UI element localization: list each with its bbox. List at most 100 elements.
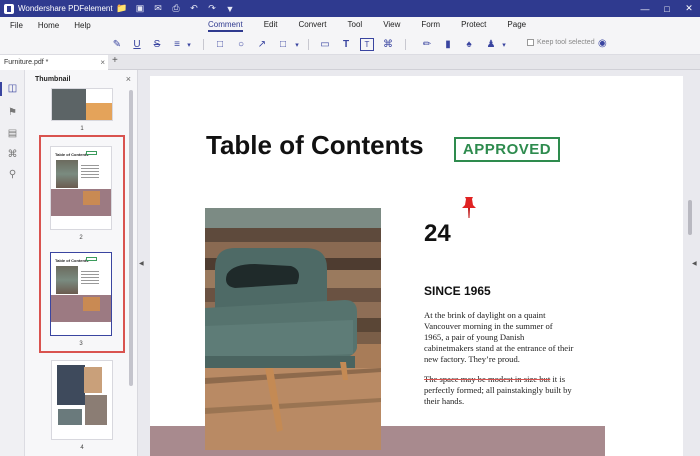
thumbnail-page-1[interactable] [51,88,113,121]
circle-icon[interactable]: ○ [234,38,248,51]
section-heading: SINCE 1965 [424,284,491,298]
expand-right-panel-icon[interactable]: ◀ [692,260,697,267]
document-tab-label: Furniture.pdf * [4,59,49,66]
pin-icon[interactable] [461,196,477,220]
keep-tool-label: Keep tool selected [537,39,595,46]
redo-icon[interactable]: ↷ [203,0,221,17]
add-tab-button[interactable]: + [112,55,118,70]
minimize-button[interactable]: — [634,0,656,17]
thumbnail-dark-block [57,365,85,405]
document-scrollbar[interactable] [688,200,692,235]
document-tab[interactable]: Furniture.pdf * × [0,55,108,70]
chevron-down-icon[interactable]: ▾ [497,38,511,51]
menu-help[interactable]: Help [74,21,90,30]
print-icon[interactable]: ⎙ [167,0,185,17]
pencil-icon[interactable]: ✏ [420,38,434,51]
chevron-down-icon[interactable]: ▾ [290,38,304,51]
approved-stamp[interactable]: APPROVED [454,137,560,162]
thumbnail-page-3[interactable]: Table of Contents [50,252,112,336]
bookmark-icon[interactable]: ⚑ [6,106,19,119]
thumbnail-stamp [86,151,97,155]
comment-panel-icon[interactable]: ▤ [6,127,19,140]
pin-menu-icon[interactable]: ▼ [221,0,239,17]
menu-home[interactable]: Home [38,21,59,30]
eye-icon[interactable]: ◉ [598,38,607,49]
rail-active-indicator [0,82,2,96]
close-panel-icon[interactable]: × [126,74,131,84]
thumbnail-text-lines [81,165,99,179]
attachment-panel-icon[interactable]: ⌘ [6,148,19,161]
page-number: 24 [424,220,451,247]
strikethrough-icon[interactable]: S [150,38,164,51]
left-rail: ◫ ⚑ ▤ ⌘ ⚲ [0,70,25,456]
thumbnail-panel-icon[interactable]: ◫ [6,82,19,95]
document-tab-bar: Furniture.pdf * × + [0,55,700,70]
thumbnail-accent [86,103,112,120]
menu-comment[interactable]: Comment [208,20,243,32]
thumbnail-page-number: 2 [79,235,83,241]
note-icon[interactable]: ▭ [318,38,332,51]
close-tab-icon[interactable]: × [100,58,105,67]
text-icon[interactable]: T [339,38,353,51]
thumbnail-stamp [86,257,97,261]
collapse-panel-icon[interactable]: ◀ [139,260,144,267]
body-paragraph: At the brink of daylight on a quaint Van… [424,310,574,364]
thumbnail-photo [56,160,78,188]
toolbar-separator [308,39,309,50]
shape-menu-icon[interactable]: □ [276,38,290,51]
thumbnail-scrollbar[interactable] [129,90,133,386]
menu-file[interactable]: File [10,21,23,30]
toolbar-separator [405,39,406,50]
app-logo-icon [4,3,14,14]
thumbnail-band [51,189,111,216]
thumbnail-page-number: 3 [79,341,83,347]
menu-edit[interactable]: Edit [264,20,278,32]
document-viewport: Table of Contents APPROVED 24 SINCE 1965… [147,70,686,456]
thumbnail-page-2[interactable]: Table of Contents [50,146,112,230]
armchair-photo [205,208,381,450]
menu-bar: File Home Help Comment Edit Convert Tool… [0,17,700,34]
thumbnail-accent [83,191,100,205]
app-title: Wondershare PDFelement [18,4,113,13]
toolbar-separator [203,39,204,50]
folder-icon[interactable]: 📁 [113,0,131,17]
thumbnail-panel: Thumbnail × 1 Table of Contents 2 Table … [25,70,138,456]
save-icon[interactable]: ▣ [131,0,149,17]
highlight-icon[interactable]: ✎ [110,38,124,51]
thumbnail-title: Thumbnail [35,75,71,83]
maximize-button[interactable]: □ [656,0,678,17]
search-icon[interactable]: ⚲ [6,168,19,181]
menu-view[interactable]: View [383,20,400,32]
stamp-icon[interactable]: ♠ [462,38,476,51]
menu-page[interactable]: Page [507,20,526,32]
thumbnail-photo [58,409,82,425]
main-menu: Comment Edit Convert Tool View Form Prot… [208,20,547,32]
thumbnail-photo [84,367,102,393]
signature-icon[interactable]: ♟ [484,38,498,51]
undo-icon[interactable]: ↶ [185,0,203,17]
menu-form[interactable]: Form [421,20,440,32]
comment-toolbar: ✎ U S ≡ ▾ □ ○ ↗ □ ▾ ▭ T T ⌘ ✏ ▮ ♠ ♟ ▾ Ke… [0,34,700,55]
arrow-icon[interactable]: ↗ [255,38,269,51]
keep-tool-checkbox[interactable]: Keep tool selected [527,39,595,46]
strikethrough-text[interactable]: The space may be modest in size but [424,374,550,384]
textbox-icon[interactable]: T [360,38,374,51]
title-bar: Wondershare PDFelement 📁 ▣ ✉ ⎙ ↶ ↷ ▼ — □… [0,0,700,17]
eraser-icon[interactable]: ▮ [441,38,455,51]
page-title: Table of Contents [206,130,424,160]
thumbnail-photo [52,89,86,120]
rectangle-icon[interactable]: □ [213,38,227,51]
thumbnail-header: Thumbnail × [25,70,137,88]
thumbnail-page-title: Table of Contents [55,258,89,263]
checkbox-icon[interactable] [527,39,534,46]
attachment-icon[interactable]: ⌘ [381,38,395,51]
close-button[interactable]: ✕ [678,0,700,17]
chevron-down-icon[interactable]: ▾ [182,38,196,51]
menu-convert[interactable]: Convert [298,20,326,32]
thumbnail-page-number: 1 [80,126,84,132]
menu-protect[interactable]: Protect [461,20,486,32]
thumbnail-page-4[interactable] [51,360,113,440]
menu-tool[interactable]: Tool [348,20,363,32]
mail-icon[interactable]: ✉ [149,0,167,17]
underline-icon[interactable]: U [130,38,144,51]
